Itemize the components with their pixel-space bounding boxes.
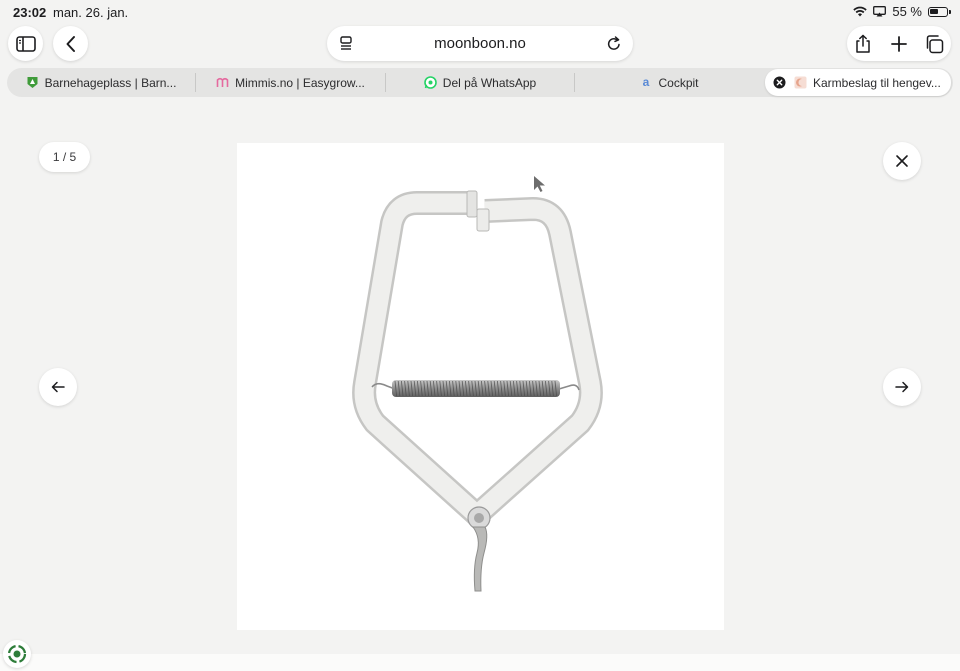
toolbar-actions xyxy=(847,26,951,61)
tab-title: Cockpit xyxy=(658,75,699,90)
pointer-cursor-icon xyxy=(534,176,545,192)
tab-barnehageplass[interactable]: Barnehageplass | Barn... xyxy=(7,68,195,97)
tab-title: Karmbeslag til hengev... xyxy=(813,75,941,90)
blue-a-favicon: a xyxy=(642,75,650,89)
door-frame-bracket-illustration xyxy=(352,190,603,592)
pink-m-favicon xyxy=(216,77,229,87)
screen-mirroring-icon xyxy=(873,6,887,17)
whatsapp-favicon xyxy=(423,76,437,89)
close-gallery-button[interactable] xyxy=(883,142,921,180)
sidebar-icon xyxy=(15,35,36,52)
recycle-badge-icon xyxy=(7,644,27,664)
page-footer-strip xyxy=(0,654,960,671)
cookie-badge-button[interactable] xyxy=(3,640,31,668)
tab-mimmis[interactable]: Mimmis.no | Easygrow... xyxy=(196,68,385,97)
address-text[interactable]: moonboon.no xyxy=(327,35,633,52)
gallery-counter: 1 / 5 xyxy=(39,142,90,172)
close-tab-icon[interactable] xyxy=(773,76,786,89)
battery-icon xyxy=(928,6,951,17)
tab-cockpit[interactable]: a Cockpit xyxy=(575,68,763,97)
status-indicators: 55 % xyxy=(853,4,951,19)
tabs-overview-icon[interactable] xyxy=(924,34,944,54)
tab-title: Barnehageplass | Barn... xyxy=(44,75,177,90)
arrow-right-icon xyxy=(895,381,909,393)
sidebar-button[interactable] xyxy=(8,26,43,61)
tab-title: Del på WhatsApp xyxy=(442,75,537,90)
battery-fill xyxy=(930,8,938,14)
status-time: 23:02 xyxy=(13,5,47,20)
reload-icon[interactable] xyxy=(605,35,623,53)
arrow-left-icon xyxy=(51,381,65,393)
tab-bar: Barnehageplass | Barn... Mimmis.no | Eas… xyxy=(7,68,953,97)
share-icon[interactable] xyxy=(853,34,873,54)
tab-karmbeslag[interactable]: Karmbeslag til hengev... xyxy=(765,69,951,96)
green-shield-favicon xyxy=(27,77,38,88)
back-button[interactable] xyxy=(53,26,88,61)
address-bar[interactable]: moonboon.no xyxy=(327,26,633,61)
previous-image-button[interactable] xyxy=(39,368,77,406)
tab-title: Mimmis.no | Easygrow... xyxy=(235,75,365,90)
chevron-left-icon xyxy=(66,35,75,52)
next-image-button[interactable] xyxy=(883,368,921,406)
wifi-icon xyxy=(853,6,868,17)
moon-favicon xyxy=(794,76,807,89)
product-image[interactable] xyxy=(237,143,724,630)
plus-icon[interactable] xyxy=(889,34,909,54)
battery-percentage: 55 % xyxy=(892,4,922,19)
close-icon xyxy=(896,155,908,167)
status-date: man. 26. jan. xyxy=(53,5,129,20)
status-bar: 23:02 man. 26. jan. 55 % xyxy=(0,0,960,26)
tab-whatsapp[interactable]: Del på WhatsApp xyxy=(386,68,574,97)
